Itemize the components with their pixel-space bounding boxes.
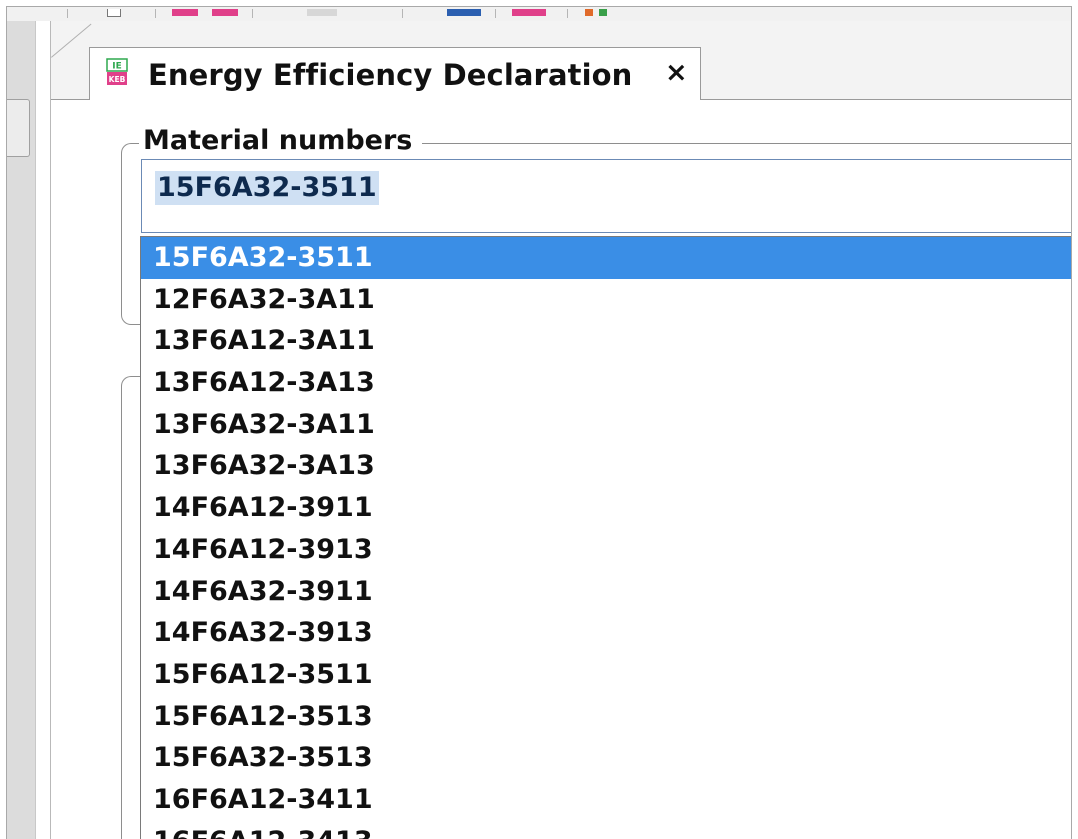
editor-area: IE KEB Energy Efficiency Declaration × M… [51,21,1071,839]
toolbar-separator [67,9,68,18]
ie-keb-icon: IE KEB [106,58,128,85]
dropdown-option[interactable]: 13F6A12-3A13 [141,362,1071,404]
panel-splitter[interactable] [36,21,51,839]
dropdown-option[interactable]: 16F6A12-3413 [141,821,1071,839]
dropdown-option[interactable]: 13F6A32-3A11 [141,404,1071,446]
export-icon[interactable] [172,9,198,16]
tab-title: Energy Efficiency Declaration [148,58,633,92]
toolbar-separator [567,9,568,18]
icon-label-keb: KEB [109,75,126,84]
new-document-icon[interactable] [107,9,121,17]
dropdown-option[interactable]: 15F6A32-3511 [141,237,1071,279]
dropdown-option[interactable]: 14F6A32-3913 [141,612,1071,654]
dropdown-option[interactable]: 14F6A32-3911 [141,571,1071,613]
toolbar-separator [155,9,156,18]
toolbar-separator [402,9,403,18]
toolbar-separator [252,9,253,18]
material-number-input-value[interactable]: 15F6A32-3511 [155,171,379,205]
dropdown-option[interactable]: 13F6A32-3A13 [141,445,1071,487]
icon-label-ie: IE [112,62,122,72]
toolbar [7,7,1071,22]
dropdown-option[interactable]: 16F6A12-3411 [141,779,1071,821]
tab-strip-edge [51,23,92,58]
import-icon[interactable] [212,9,238,16]
toolbar-separator [495,9,496,18]
material-number-dropdown-list[interactable]: 15F6A32-3511 12F6A32-3A11 13F6A12-3A11 13F6… [140,236,1071,839]
tab-strip: IE KEB Energy Efficiency Declaration × [51,21,1071,100]
dock-collapse-handle[interactable] [7,99,30,157]
dropdown-option[interactable]: 12F6A32-3A11 [141,279,1071,321]
tools-icon[interactable] [585,9,593,16]
application-window: IE KEB Energy Efficiency Declaration × M… [6,6,1072,839]
tab-close-button[interactable]: × [665,59,688,86]
report-icon[interactable] [512,9,546,16]
dropdown-option[interactable]: 15F6A12-3513 [141,696,1071,738]
material-numbers-label: Material numbers [139,125,423,156]
dropdown-option[interactable]: 14F6A12-3913 [141,529,1071,571]
dropdown-option[interactable]: 15F6A32-3513 [141,737,1071,779]
material-number-combobox[interactable]: 15F6A32-3511 [141,159,1071,233]
print-icon[interactable] [307,9,337,16]
settings-icon[interactable] [599,9,607,16]
dropdown-option[interactable]: 13F6A12-3A11 [141,320,1071,362]
dropdown-option[interactable]: 15F6A12-3511 [141,654,1071,696]
tab-energy-efficiency-declaration[interactable]: IE KEB Energy Efficiency Declaration × [89,47,701,100]
dropdown-option[interactable]: 14F6A12-3911 [141,487,1071,529]
left-dock-panel [7,21,36,839]
save-icon[interactable] [447,9,481,16]
